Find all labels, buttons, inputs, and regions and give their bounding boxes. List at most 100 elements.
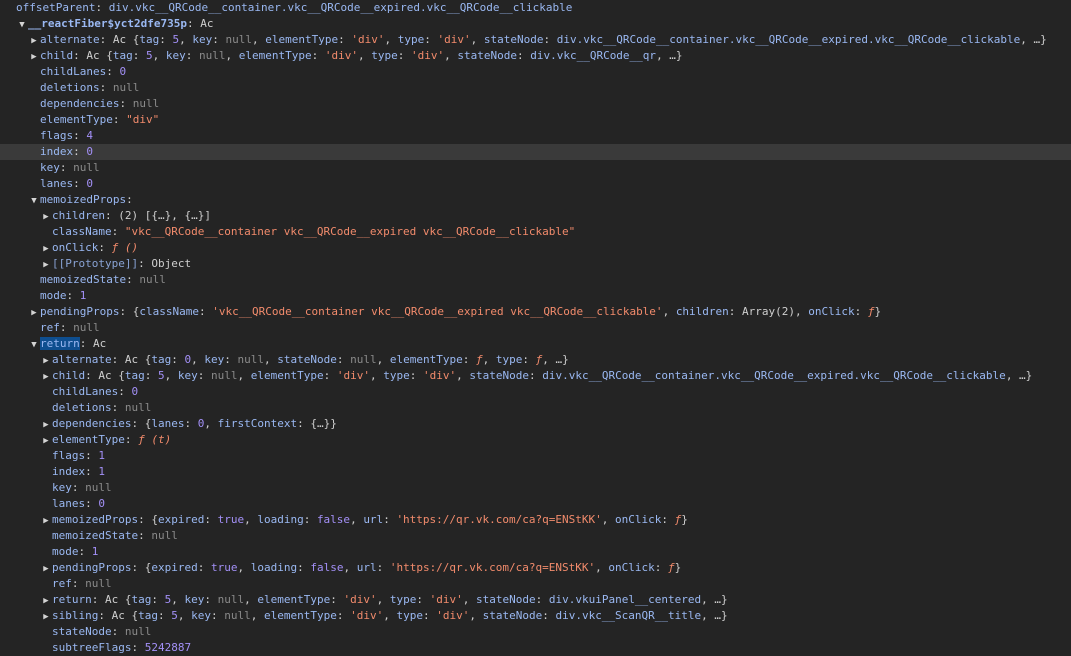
punctuation: , xyxy=(384,33,398,46)
no-toggle-spacer xyxy=(28,65,40,80)
collapsed-triangle-icon[interactable]: ▶ xyxy=(40,561,52,576)
punctuation: : Ac { xyxy=(85,369,125,382)
property-key: elementType xyxy=(263,609,337,622)
no-toggle-spacer xyxy=(40,225,52,240)
property-key: type xyxy=(383,369,410,382)
property-key: deletions xyxy=(52,401,112,414)
tree-row[interactable]: ▶ alternate: Ac {tag: 5, key: null, eleme… xyxy=(0,32,1071,48)
punctuation: : Ac { xyxy=(73,49,113,62)
tree-row[interactable]: ▶ child: Ac {tag: 5, key: null, elementTy… xyxy=(0,368,1071,384)
no-toggle-spacer xyxy=(40,497,52,512)
tree-row: dependencies: null xyxy=(0,96,1071,112)
property-key: stateNode xyxy=(52,625,112,638)
property-key: flags xyxy=(52,449,86,462)
expanded-triangle-icon[interactable]: ▼ xyxy=(28,337,40,352)
null-value: null xyxy=(350,353,377,366)
property-key: key xyxy=(191,609,211,622)
no-toggle-spacer xyxy=(28,97,40,112)
dom-node-value[interactable]: div.vkc__QRCode__container.vkc__QRCode__… xyxy=(557,33,1021,46)
punctuation: : xyxy=(336,353,351,366)
punctuation: , xyxy=(177,609,192,622)
expanded-triangle-icon[interactable]: ▼ xyxy=(16,17,28,32)
tree-row[interactable]: ▶ elementType: ƒ (t) xyxy=(0,432,1071,448)
dom-node-value[interactable]: div.vkuiPanel__centered xyxy=(549,593,701,606)
property-key: alternate xyxy=(40,33,100,46)
property-key: type xyxy=(371,49,398,62)
dom-node-value[interactable]: div.vkc__QRCode__qr xyxy=(530,49,656,62)
collapsed-triangle-icon[interactable]: ▶ xyxy=(40,513,52,528)
tree-row[interactable]: ▼ return: Ac xyxy=(0,336,1071,352)
tree-row[interactable]: ▶ onClick: ƒ () xyxy=(0,240,1071,256)
null-value: null xyxy=(73,161,100,174)
property-key: onClick xyxy=(608,561,655,574)
property-key: childLanes xyxy=(52,385,119,398)
null-value: null xyxy=(224,609,251,622)
collapsed-triangle-icon[interactable]: ▶ xyxy=(40,369,52,384)
collapsed-triangle-icon[interactable]: ▶ xyxy=(40,353,52,368)
collapsed-triangle-icon[interactable]: ▶ xyxy=(40,257,52,272)
collapsed-triangle-icon[interactable]: ▶ xyxy=(40,209,52,224)
property-key: memoizedProps xyxy=(52,513,139,526)
collapsed-triangle-icon[interactable]: ▶ xyxy=(28,305,40,320)
tree-row[interactable]: ▼ __reactFiber$yct2dfe735p: Ac xyxy=(0,16,1071,32)
tree-row: ref: null xyxy=(0,320,1071,336)
punctuation: } xyxy=(874,305,882,318)
collapsed-triangle-icon[interactable]: ▶ xyxy=(40,241,52,256)
property-key: key xyxy=(165,49,186,62)
tree-row[interactable]: ▶ pendingProps: {className: 'vkc__QRCode_… xyxy=(0,304,1071,320)
expanded-triangle-icon[interactable]: ▼ xyxy=(28,193,40,208)
punctuation: : xyxy=(330,593,344,606)
property-key: offsetParent xyxy=(16,1,96,14)
string-value: 'https://qr.vk.com/ca?q=ENStKK' xyxy=(389,561,596,574)
tree-row[interactable]: ▶ child: Ac {tag: 5, key: null, elementTy… xyxy=(0,48,1071,64)
property-key: mode xyxy=(52,545,79,558)
property-key: onClick xyxy=(52,241,99,254)
dom-node-value[interactable]: div.vkc__ScanQR__title xyxy=(555,609,701,622)
punctuation: , xyxy=(376,593,390,606)
null-value: null xyxy=(85,481,112,494)
punctuation: : xyxy=(535,593,549,606)
no-toggle-spacer xyxy=(28,81,40,96)
punctuation: : xyxy=(138,529,152,542)
tree-row[interactable]: ▶ children: (2) [{…}, {…}] xyxy=(0,208,1071,224)
punctuation: , xyxy=(225,49,239,62)
collapsed-triangle-icon[interactable]: ▶ xyxy=(40,593,52,608)
property-key: stateNode xyxy=(469,369,529,382)
dom-node-value[interactable]: div.vkc__QRCode__container.vkc__QRCode__… xyxy=(109,1,573,14)
punctuation: , xyxy=(350,513,364,526)
tree-row[interactable]: ▶ dependencies: {lanes: 0, firstContext: … xyxy=(0,416,1071,432)
property-key: pendingProps xyxy=(40,305,120,318)
collapsed-triangle-icon[interactable]: ▶ xyxy=(28,49,40,64)
collapsed-triangle-icon[interactable]: ▶ xyxy=(40,417,52,432)
punctuation: : xyxy=(338,33,352,46)
punctuation: , xyxy=(204,417,218,430)
collapsed-triangle-icon[interactable]: ▶ xyxy=(40,609,52,624)
tree-row[interactable]: ▶ return: Ac {tag: 5, key: null, elementT… xyxy=(0,592,1071,608)
tree-row: className: "vkc__QRCode__container vkc__… xyxy=(0,224,1071,240)
tree-row: key: null xyxy=(0,160,1071,176)
tree-row[interactable]: ▼ memoizedProps: xyxy=(0,192,1071,208)
tree-row[interactable]: ▶ [[Prototype]]: Object xyxy=(0,256,1071,272)
punctuation: : xyxy=(198,305,213,318)
tree-row[interactable]: ▶ memoizedProps: {expired: true, loading:… xyxy=(0,512,1071,528)
no-toggle-spacer xyxy=(28,129,40,144)
tree-row[interactable]: ▶ pendingProps: {expired: true, loading: … xyxy=(0,560,1071,576)
dom-node-value[interactable]: div.vkc__QRCode__container.vkc__QRCode__… xyxy=(542,369,1006,382)
tree-row[interactable]: ▶ alternate: Ac {tag: 0, key: null, state… xyxy=(0,352,1071,368)
string-value: 'https://qr.vk.com/ca?q=ENStKK' xyxy=(396,513,602,526)
punctuation: : Ac xyxy=(79,337,107,350)
punctuation: , xyxy=(251,33,266,46)
collapsed-triangle-icon[interactable]: ▶ xyxy=(40,433,52,448)
tree-row: deletions: null xyxy=(0,80,1071,96)
tree-row: index: 1 xyxy=(0,464,1071,480)
punctuation: , xyxy=(482,353,496,366)
punctuation: , xyxy=(601,513,615,526)
string-value: 'div' xyxy=(324,49,358,62)
no-toggle-spacer xyxy=(28,161,40,176)
property-key: child xyxy=(52,369,86,382)
string-value: 'div' xyxy=(437,33,471,46)
property-key-selected: return xyxy=(40,337,80,350)
tree-row: offsetParent: div.vkc__QRCode__container… xyxy=(0,0,1071,16)
tree-row[interactable]: ▶ sibling: Ac {tag: 5, key: null, element… xyxy=(0,608,1071,624)
collapsed-triangle-icon[interactable]: ▶ xyxy=(28,33,40,48)
